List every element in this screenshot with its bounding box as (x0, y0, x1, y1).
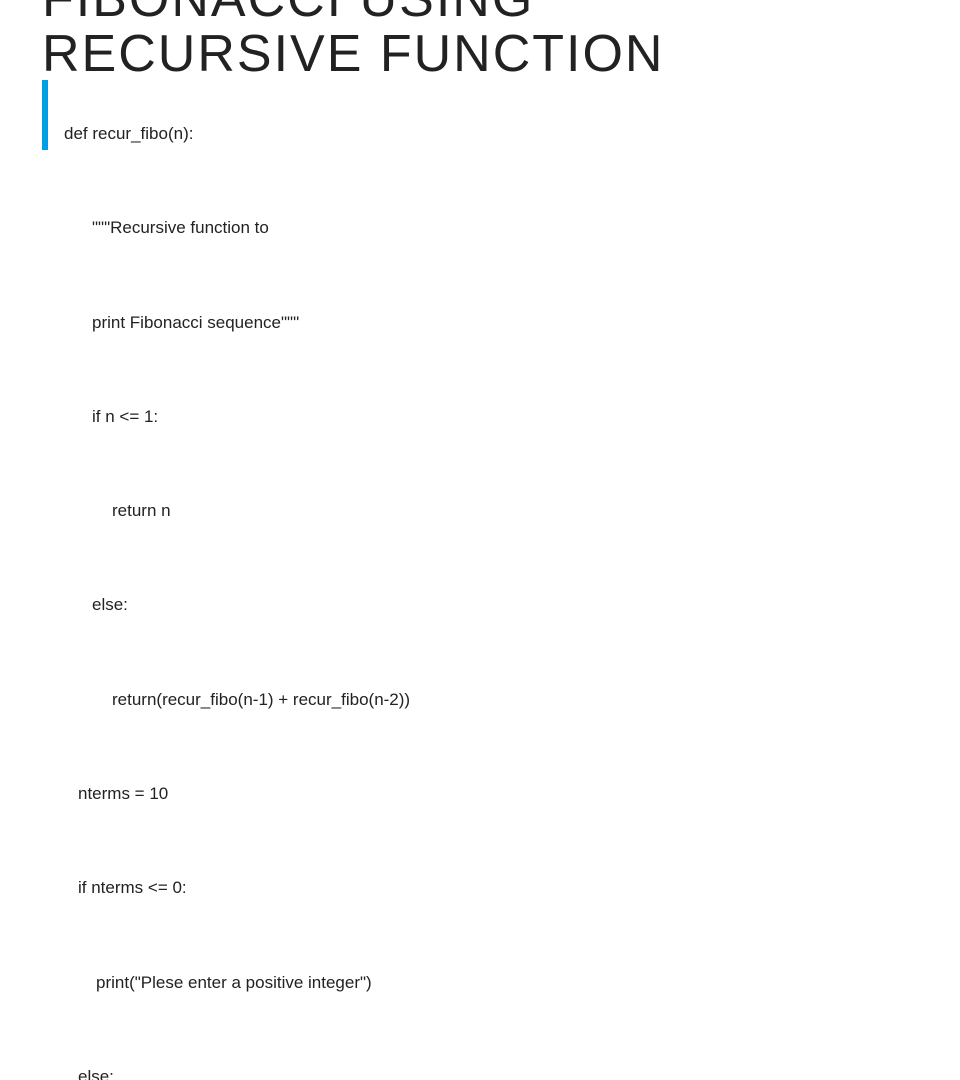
code-line: return(recur_fibo(n-1) + recur_fibo(n-2)… (64, 684, 410, 715)
code-line: if nterms <= 0: (64, 872, 410, 903)
code-line: def recur_fibo(n): (64, 118, 410, 149)
code-line: nterms = 10 (64, 778, 410, 809)
code-line: print("Plese enter a positive integer") (64, 967, 410, 998)
code-block: def recur_fibo(n): """Recursive function… (64, 55, 410, 1080)
code-line: """Recursive function to (64, 212, 410, 243)
code-line: if n <= 1: (64, 401, 410, 432)
accent-bar (42, 80, 48, 150)
title-line-1: FIBONACCI USING (42, 0, 664, 27)
code-line: print Fibonacci sequence""" (64, 307, 410, 338)
code-line: else: (64, 1061, 410, 1080)
code-line: return n (64, 495, 410, 526)
code-line: else: (64, 589, 410, 620)
